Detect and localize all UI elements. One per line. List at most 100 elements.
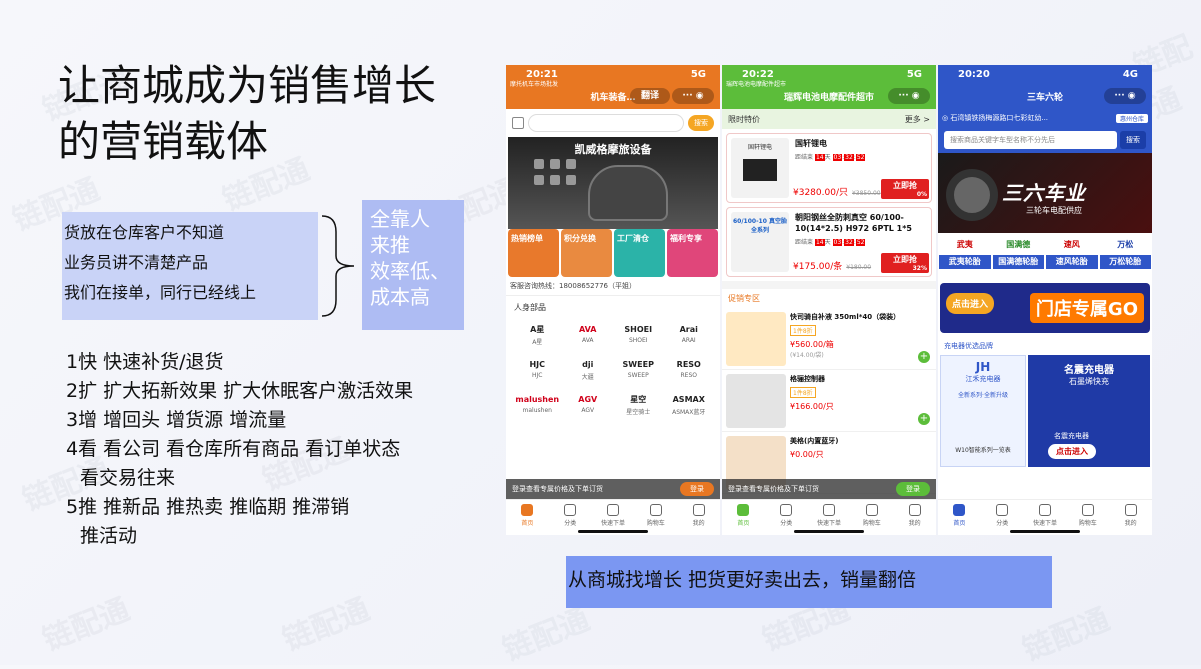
brand-item[interactable]: Arai ARAI xyxy=(664,323,715,346)
enter-button[interactable]: 点击进入 xyxy=(946,293,995,314)
promo-item[interactable]: 快司骑自补液 350ml*40（袋装） 1件8折 ¥560.00/箱 (¥14.… xyxy=(722,308,936,370)
time: 20:22 xyxy=(742,68,774,80)
back-label[interactable]: 瑞辉电池电摩配件超市 xyxy=(726,79,786,88)
address-row[interactable]: ◎ 石湾镇铁扬梅源路口七彩虹幼... 惠州仓库 xyxy=(938,109,1152,127)
point: 2扩 扩大拓新效果 扩大休眠客户激活效果 xyxy=(66,380,414,402)
brand-item[interactable]: AGV AGV xyxy=(563,393,614,416)
charger-promo-card[interactable]: 名震充电器 石墨烯快充 名震充电器 点击进入 xyxy=(1028,355,1150,467)
search-row: 搜索商品关键字车型名称不分先后 搜索 xyxy=(938,127,1152,153)
category-row: 热销榜单 积分兑换 工厂清仓 福利专享 xyxy=(508,229,718,277)
store-banner[interactable]: 点击进入 门店专属GO xyxy=(940,283,1150,333)
price: ¥175.00/条 ¥180.00 xyxy=(793,262,872,272)
tab-mine[interactable]: 我的 xyxy=(1109,500,1152,535)
countdown: 距结束 14天 03:32:52 xyxy=(795,239,866,246)
banner[interactable]: 三六车业 三轮车电配供应 xyxy=(938,153,1152,233)
title-line-2: 的营销载体 xyxy=(58,117,269,166)
flash-item[interactable]: 国轩锂电 国轩锂电 距结束 14天 03:32:52 ¥3280.00/只¥38… xyxy=(726,133,932,203)
tab-mine[interactable]: 我的 xyxy=(677,500,720,535)
pain-point: 我们在接单，同行已经线上 xyxy=(64,283,257,302)
phone-screen-2: 20:22 5G 瑞辉电池电摩配件超市 瑞辉电池电摩配件超市 ··· ◉ 限时特… xyxy=(722,65,936,535)
promo-tag: 1件8折 xyxy=(790,387,816,398)
tire-brand[interactable]: 万松 万松轮胎 xyxy=(1099,237,1153,275)
brand-item[interactable]: SWEEP SWEEP xyxy=(613,358,664,381)
point: 推活动 xyxy=(80,525,138,547)
brand-item[interactable]: SHOEI SHOEI xyxy=(613,323,664,346)
result-line: 成本高 xyxy=(370,285,430,309)
product-image: 国轩锂电 xyxy=(731,138,789,198)
brand-item[interactable]: AVA AVA xyxy=(563,323,614,346)
mini-program-capsule[interactable]: ··· ◉ xyxy=(888,88,930,104)
login-button[interactable]: 登录 xyxy=(896,482,930,496)
tab-home[interactable]: 首页 xyxy=(506,500,549,535)
scan-icon[interactable] xyxy=(512,117,524,129)
search-button[interactable]: 搜索 xyxy=(1120,131,1146,149)
flash-item[interactable]: 60/100-10 真空胎 全系列 朝阳钢丝全防刺真空 60/100-10(14… xyxy=(726,207,932,277)
brand-item[interactable]: A星 A星 xyxy=(512,323,563,346)
search-button[interactable]: 搜索 xyxy=(688,115,714,131)
mini-program-capsule[interactable]: ··· ◉ xyxy=(672,88,714,104)
warehouse-badge[interactable]: 惠州仓库 xyxy=(1115,113,1148,123)
flash-sale-header: 限时特价 更多 > xyxy=(722,109,936,129)
price: ¥0.00/只 xyxy=(790,450,824,459)
search-input[interactable] xyxy=(528,114,684,132)
tire-image xyxy=(946,169,998,221)
search-input[interactable]: 搜索商品关键字车型名称不分先后 xyxy=(944,131,1117,149)
translate-button[interactable]: 翻译 xyxy=(630,88,670,104)
login-button[interactable]: 登录 xyxy=(680,482,714,496)
phone-screen-3: 20:20 4G 三车六轮 ··· ◉ ◎ 石湾镇铁扬梅源路口七彩虹幼... 惠… xyxy=(938,65,1152,535)
store-exclusive: 门店专属GO xyxy=(1029,293,1144,323)
add-to-cart-icon[interactable]: + xyxy=(918,413,930,425)
category-clearance[interactable]: 工厂清仓 xyxy=(614,229,665,277)
category-points[interactable]: 积分兑换 xyxy=(561,229,612,277)
point: 4看 看公司 看仓库所有商品 看订单状态 xyxy=(66,438,401,460)
enter-button[interactable]: 点击进入 xyxy=(1048,444,1096,459)
tire-brand[interactable]: 国满德 国满德轮胎 xyxy=(992,237,1046,275)
result-box: 全靠人 来推 效率低、 成本高 xyxy=(362,200,464,330)
banner-title: 凯威格摩旅设备 xyxy=(574,143,652,156)
product-name: 国轩锂电 xyxy=(795,139,827,148)
product-name: 朝阳钢丝全防刺真空 60/100-10(14*2.5) H972 6PTL 1*… xyxy=(795,213,912,233)
point: 1快 快速补货/退货 xyxy=(66,351,224,373)
tire-brands: 武夷 武夷轮胎 国满德 国满德轮胎 速风 速风轮胎 万松 万松轮胎 xyxy=(938,233,1152,279)
brand-item[interactable]: HJC HJC xyxy=(512,358,563,381)
back-label[interactable]: 摩托机车市场批发 xyxy=(510,79,558,88)
nav-title: 三车六轮 xyxy=(1026,92,1063,103)
watermark: 链配通 xyxy=(278,592,375,659)
tire-brand[interactable]: 武夷 武夷轮胎 xyxy=(938,237,992,275)
charger-brand-card[interactable]: JH 江禾充电器 全新系列·全新升级 W10智能系列一览表 xyxy=(940,355,1026,467)
category-welfare[interactable]: 福利专享 xyxy=(667,229,718,277)
tab-home[interactable]: 首页 xyxy=(722,500,765,535)
promo-item[interactable]: 格骊控制器 1件8折 ¥166.00/只 + xyxy=(722,370,936,432)
mini-program-capsule[interactable]: ··· ◉ xyxy=(1104,88,1146,104)
cart-icon xyxy=(1081,504,1094,516)
banner[interactable]: 凯威格摩旅设备 xyxy=(508,137,718,229)
more-link[interactable]: 更多 > xyxy=(905,114,930,125)
time: 20:20 xyxy=(958,68,990,80)
brand-item[interactable]: ASMAX ASMAX蓝牙 xyxy=(664,393,715,416)
address: ◎ 石湾镇铁扬梅源路口七彩虹幼... xyxy=(942,114,1049,122)
tire-brand[interactable]: 速风 速风轮胎 xyxy=(1045,237,1099,275)
nav-bar: 瑞辉电池电摩配件超市 瑞辉电池电摩配件超市 ··· ◉ xyxy=(722,81,936,109)
add-to-cart-icon[interactable]: + xyxy=(918,351,930,363)
category-hot[interactable]: 热销榜单 xyxy=(508,229,559,277)
brand-item[interactable]: dji 大疆 xyxy=(563,358,614,381)
tab-home[interactable]: 首页 xyxy=(938,500,981,535)
brand-item[interactable]: RESO RESO xyxy=(664,358,715,381)
user-icon xyxy=(908,504,921,516)
brand-name: 江禾充电器 xyxy=(965,375,1001,383)
key-points: 1快 快速补货/退货 2扩 扩大拓新效果 扩大休眠客户激活效果 3增 增回头 增… xyxy=(66,348,506,551)
brand-item[interactable]: 星空 星空骑士 xyxy=(613,393,664,416)
time: 20:21 xyxy=(526,68,558,80)
grab-button[interactable]: 立即抢 0% xyxy=(881,179,929,199)
tab-mine[interactable]: 我的 xyxy=(893,500,936,535)
grab-button[interactable]: 立即抢 32% xyxy=(881,253,929,273)
product-name: 快司骑自补液 350ml*40（袋装） xyxy=(790,313,901,321)
product-image: 60/100-10 真空胎 全系列 xyxy=(731,212,789,272)
divider xyxy=(722,281,936,289)
grid-icon xyxy=(564,504,577,516)
hotline[interactable]: 客服咨询热线：18008652776（平姐） xyxy=(506,277,720,296)
brand-item[interactable]: malushen malushen xyxy=(512,393,563,416)
home-icon xyxy=(521,504,534,516)
promo-label: 促销专区 xyxy=(728,294,760,303)
point: 5推 推新品 推热卖 推临期 推滞销 xyxy=(66,496,350,518)
